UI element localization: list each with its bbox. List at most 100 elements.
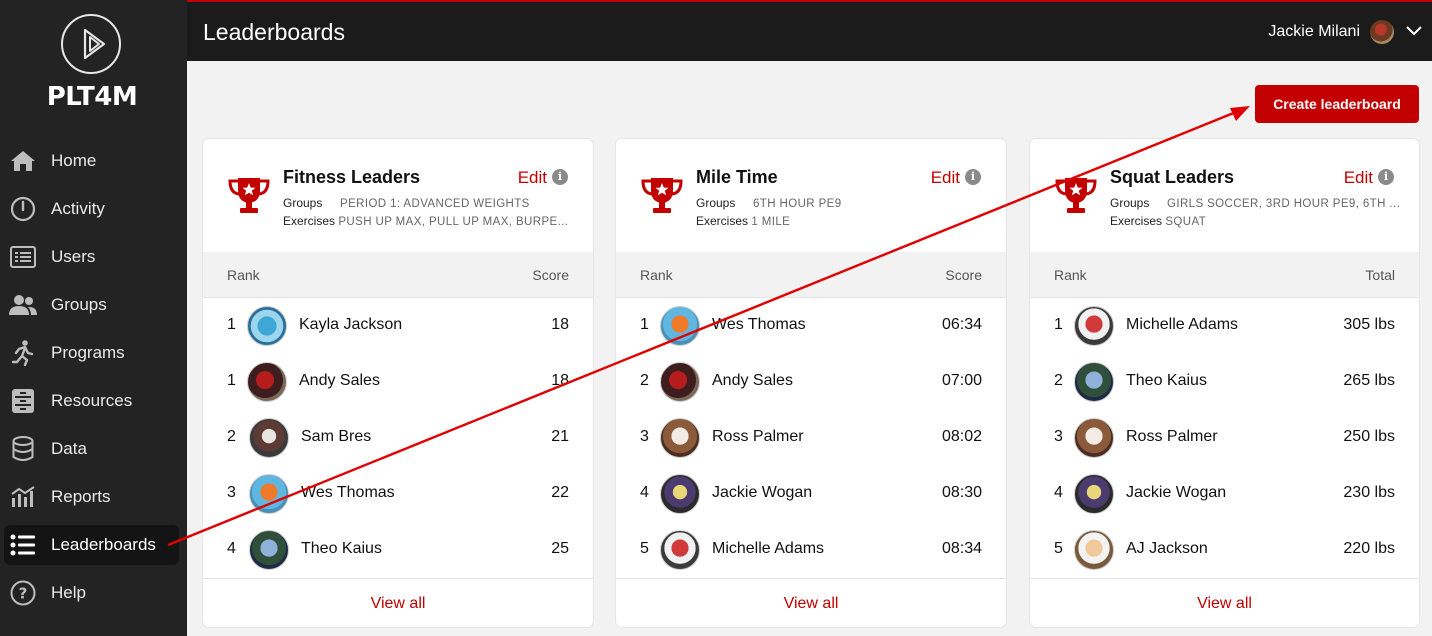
table-row[interactable]: 1 Wes Thomas 06:34	[616, 298, 1006, 354]
card-title: Fitness Leaders	[283, 167, 421, 187]
sidebar-item-label: Groups	[51, 295, 107, 314]
row-score: 06:34	[941, 316, 982, 333]
table-row[interactable]: 5 Michelle Adams 08:34	[616, 522, 1006, 578]
sidebar-item-help[interactable]: ? Help	[4, 573, 179, 613]
table-row[interactable]: 4 Theo Kaius 25	[203, 522, 593, 578]
avatar	[660, 418, 700, 458]
sidebar-item-label: Programs	[51, 343, 125, 362]
row-name: Theo Kaius	[1126, 372, 1207, 389]
row-name: Andy Sales	[712, 372, 793, 389]
groups-icon	[8, 290, 38, 320]
sidebar-item-activity[interactable]: Activity	[4, 189, 179, 229]
table-row[interactable]: 4 Jackie Wogan 230 lbs	[1030, 466, 1419, 522]
row-name: Theo Kaius	[301, 540, 382, 557]
user-menu[interactable]: Jackie Milani	[1268, 16, 1422, 48]
exercises-value: PUSH UP MAX, PULL UP MAX, BURPE...	[338, 216, 569, 228]
row-rank: 5	[640, 540, 649, 557]
sidebar-item-programs[interactable]: Programs	[4, 333, 179, 373]
groups-value: 6TH HOUR PE9	[753, 198, 842, 210]
card-footer: View all	[203, 578, 593, 627]
table-row[interactable]: 2 Theo Kaius 265 lbs	[1030, 354, 1419, 410]
view-all-link[interactable]: View all	[1197, 595, 1252, 613]
user-name: Jackie Milani	[1268, 23, 1360, 40]
table-row[interactable]: 1 Michelle Adams 305 lbs	[1030, 298, 1419, 354]
table-row[interactable]: 3 Ross Palmer 250 lbs	[1030, 410, 1419, 466]
card-exercises: Exercises 1 MILE	[696, 214, 790, 228]
groups-value: GIRLS SOCCER, 3RD HOUR PE9, 6TH ...	[1167, 198, 1401, 210]
exercises-value: SQUAT	[1165, 216, 1207, 228]
table-row[interactable]: 3 Wes Thomas 22	[203, 466, 593, 522]
sidebar-item-leaderboards[interactable]: Leaderboards	[4, 525, 179, 565]
row-name: Sam Bres	[301, 428, 372, 445]
trophy-icon	[640, 176, 684, 221]
activity-icon	[8, 194, 38, 224]
sidebar-item-label: Activity	[51, 199, 105, 218]
score-header: Score	[532, 267, 569, 283]
row-name: Ross Palmer	[712, 428, 804, 445]
programs-icon	[8, 338, 38, 368]
sidebar-item-home[interactable]: Home	[4, 141, 179, 181]
row-rank: 1	[1054, 316, 1063, 333]
row-rank: 2	[640, 372, 649, 389]
card-title: Squat Leaders	[1110, 167, 1235, 187]
info-icon[interactable]: i	[1378, 169, 1394, 185]
create-leaderboard-button[interactable]: Create leaderboard	[1255, 85, 1419, 123]
table-row[interactable]: 5 AJ Jackson 220 lbs	[1030, 522, 1419, 578]
table-row[interactable]: 1 Andy Sales 18	[203, 354, 593, 410]
sidebar-item-data[interactable]: Data	[4, 429, 179, 469]
card-exercises: Exercises PUSH UP MAX, PULL UP MAX, BURP…	[283, 214, 568, 228]
row-name: Michelle Adams	[1126, 316, 1239, 333]
table-row[interactable]: 2 Sam Bres 21	[203, 410, 593, 466]
sidebar-item-resources[interactable]: Resources	[4, 381, 179, 421]
table-row[interactable]: 2 Andy Sales 07:00	[616, 354, 1006, 410]
home-icon	[8, 146, 38, 176]
avatar	[660, 474, 700, 514]
row-score: 21	[551, 428, 569, 445]
resources-icon	[8, 386, 38, 416]
row-rank: 5	[1054, 540, 1063, 557]
row-score: 230 lbs	[1343, 484, 1395, 501]
row-score: 25	[551, 540, 569, 557]
card-title: Mile Time	[696, 167, 778, 187]
row-name: Ross Palmer	[1126, 428, 1218, 445]
row-rank: 1	[227, 316, 236, 333]
brand-wordmark: PLT4M	[46, 82, 138, 112]
info-icon[interactable]: i	[965, 169, 981, 185]
table-row[interactable]: 4 Jackie Wogan 08:30	[616, 466, 1006, 522]
edit-link[interactable]: Edit	[518, 168, 547, 188]
avatar	[1074, 474, 1114, 514]
total-header: Total	[1365, 267, 1395, 283]
row-score: 08:30	[941, 484, 982, 501]
table-header: Rank Total	[1030, 252, 1419, 298]
table-row[interactable]: 3 Ross Palmer 08:02	[616, 410, 1006, 466]
table-row[interactable]: 1 Kayla Jackson 18	[203, 298, 593, 354]
sidebar-item-reports[interactable]: Reports	[4, 477, 179, 517]
view-all-link[interactable]: View all	[784, 595, 839, 613]
score-header: Score	[945, 267, 982, 283]
edit-link[interactable]: Edit	[1344, 168, 1373, 188]
row-rank: 3	[1054, 428, 1063, 445]
view-all-link[interactable]: View all	[371, 595, 426, 613]
leaderboard-card-squat-leaders: Squat Leaders Edit i Groups GIRLS SOCCER,…	[1030, 139, 1419, 627]
card-groups: Groups GIRLS SOCCER, 3RD HOUR PE9, 6TH ..…	[1110, 196, 1400, 210]
sidebar-item-label: Home	[51, 151, 97, 170]
row-rank: 4	[1054, 484, 1063, 501]
edit-link[interactable]: Edit	[931, 168, 960, 188]
avatar	[249, 418, 289, 458]
info-icon[interactable]: i	[552, 169, 568, 185]
avatar	[1074, 418, 1114, 458]
avatar	[247, 362, 287, 402]
plt4m-logo[interactable]: PLT4M	[40, 14, 144, 114]
page-title: Leaderboards	[203, 19, 345, 45]
row-name: Kayla Jackson	[299, 316, 403, 333]
sidebar-item-label: Users	[51, 247, 96, 266]
data-icon	[8, 434, 38, 464]
row-score: 22	[551, 484, 569, 501]
row-rank: 4	[640, 484, 649, 501]
avatar	[1074, 306, 1114, 346]
row-rank: 2	[1054, 372, 1063, 389]
card-footer: View all	[1030, 578, 1419, 627]
row-score: 08:34	[941, 540, 982, 557]
sidebar-item-users[interactable]: Users	[4, 237, 179, 277]
sidebar-item-groups[interactable]: Groups	[4, 285, 179, 325]
